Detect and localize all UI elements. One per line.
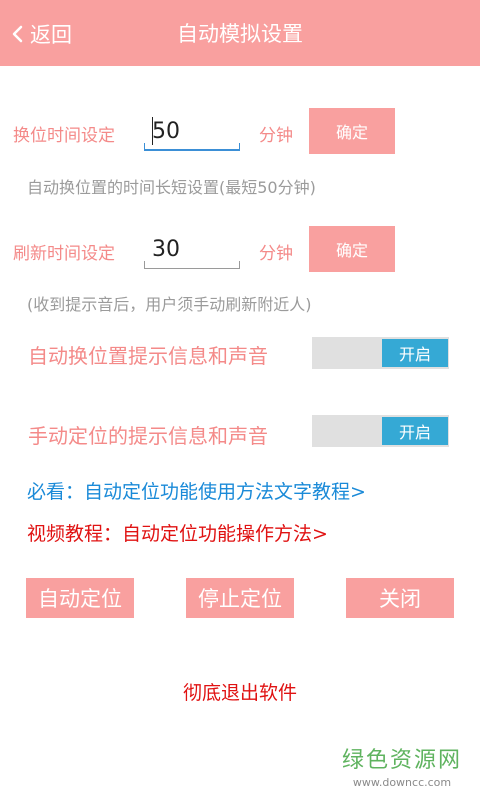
refresh-time-hint: (收到提示音后，用户须手动刷新附近人) (27, 295, 312, 314)
swap-time-label: 换位时间设定 (13, 126, 115, 146)
swap-time-unit: 分钟 (259, 126, 293, 146)
toggle-on-state: 开启 (382, 339, 448, 367)
auto-locate-button[interactable]: 自动定位 (26, 578, 134, 618)
back-button[interactable]: 返回 (10, 12, 72, 56)
back-label: 返回 (30, 23, 72, 47)
page-title: 自动模拟设置 (177, 22, 303, 46)
close-button[interactable]: 关闭 (346, 578, 454, 618)
watermark-url: www.downcc.com (352, 776, 452, 789)
manual-locate-notify-label: 手动定位的提示信息和声音 (28, 424, 268, 448)
chevron-left-icon (10, 23, 24, 45)
swap-time-confirm-button[interactable]: 确定 (309, 108, 395, 154)
swap-time-input-underline (144, 143, 240, 151)
refresh-time-unit: 分钟 (259, 244, 293, 264)
auto-swap-notify-toggle[interactable]: 开启 (312, 337, 449, 369)
watermark-text: 绿色资源网 (341, 748, 462, 773)
refresh-time-confirm-button[interactable]: 确定 (309, 226, 395, 272)
refresh-time-label: 刷新时间设定 (13, 244, 115, 264)
stop-locate-button[interactable]: 停止定位 (186, 578, 294, 618)
refresh-time-input-underline (144, 261, 240, 269)
toggle-on-state: 开启 (382, 417, 448, 445)
top-bar: 返回 自动模拟设置 (0, 0, 480, 66)
exit-app-link[interactable]: 彻底退出软件 (0, 678, 480, 705)
manual-locate-notify-toggle[interactable]: 开启 (312, 415, 449, 447)
text-cursor (152, 117, 153, 145)
text-tutorial-link[interactable]: 必看：自动定位功能使用方法文字教程> (27, 477, 366, 504)
auto-swap-notify-label: 自动换位置提示信息和声音 (28, 344, 268, 368)
video-tutorial-link[interactable]: 视频教程：自动定位功能操作方法> (27, 519, 328, 546)
swap-time-hint: 自动换位置的时间长短设置(最短50分钟) (27, 178, 316, 197)
watermark-logo: 绿色资源网 www.downcc.com (342, 742, 462, 789)
